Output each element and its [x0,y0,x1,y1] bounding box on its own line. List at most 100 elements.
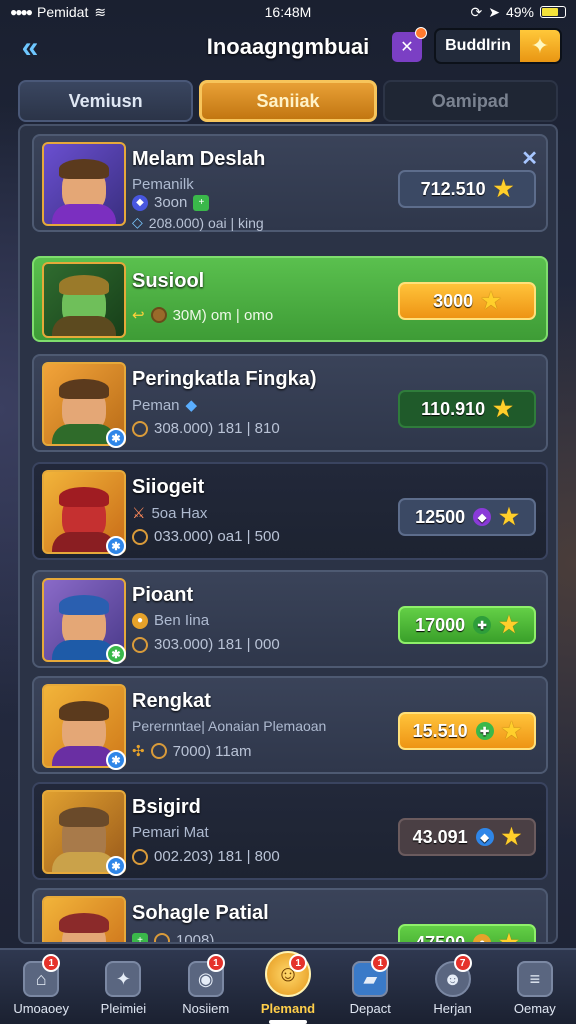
score-button[interactable]: 110.910 ★ [398,390,536,428]
carrier-label: Pemidat [37,4,89,20]
arrow-icon: ↩ [132,307,145,324]
header-action-button[interactable]: Buddlrin ✦ [434,28,562,64]
coin-icon [132,848,148,865]
nav-leaderboard[interactable]: ☺ Plemand 1 [247,950,329,1024]
score-button[interactable]: 12500 ◆ ★ [398,498,536,536]
lock-rotation-icon: ⟳ [470,3,483,20]
rank-badge: ✱ [106,536,126,556]
player-subtitle: Perernntae| Aonaian Plemaoan [132,718,327,734]
rank-badge: ✱ [106,750,126,770]
coin-icon [132,528,148,545]
status-bar: ●●●● Pemidat ≋ 16:48M ⟳ ➤ 49% [0,0,576,24]
rank-badge: ✱ [106,644,126,664]
gem-icon: ◆ [475,828,494,846]
gear-icon: ✦ [105,961,142,997]
bottom-nav: ⌂ Umoaoey 1 ✦ Pleimiei ◉ Nosiiem 1 ☺ Ple… [0,948,576,1024]
notification-badge: 1 [206,954,225,972]
plus-icon: + [132,932,148,942]
star-icon: ★ [481,288,501,313]
coin-icon: ● [473,934,492,942]
player-meta: + 1008) .... [132,932,235,942]
player-subtitle: Pemanilk [132,176,194,193]
player-subtitle: Pemari Mat [132,824,209,841]
player-name: Rengkat [132,690,211,712]
coin-icon [150,307,167,323]
signal-icon: ●●●● [10,5,33,19]
location-icon: ➤ [488,3,500,20]
coin-icon [154,932,170,942]
gem-icon: ◆ [473,508,492,526]
header-action-label: Buddlrin [445,37,511,54]
player-name: Peringkatla Fingka) [132,368,317,390]
player-card[interactable]: ✱ Peringkatla Fingka) Peman ◆ 308.000) 1… [32,354,548,452]
coin-icon [150,743,167,759]
player-meta: 308.000) 181 | 810 [132,420,280,437]
player-meta: 002.203) 181 | 800 [132,848,280,865]
score-button[interactable]: 3000 ★ [398,282,536,320]
player-stat: ⚔ 5oa Hax [132,504,208,523]
gem-icon: ◆ [132,194,148,211]
star-icon: ✦ [520,30,560,62]
star-icon: ★ [501,824,522,849]
nav-home[interactable]: ⌂ Umoaoey 1 [0,950,82,1024]
player-stat: ◆ 3oon + [132,194,210,211]
nav-menu[interactable]: ≡ Oemay [494,950,576,1024]
sword-icon: ⚔ [132,505,146,522]
player-name: Melam Deslah [132,148,266,170]
player-subtitle: ● Ben Iina [132,612,209,629]
header: « Inoaagngmbuai ✕ Buddlrin ✦ [0,24,576,72]
player-card[interactable]: ✱ Bsigird Pemari Mat 002.203) 181 | 800 … [32,782,548,880]
menu-icon: ≡ [516,961,553,997]
score-button[interactable]: 712.510 ★ [398,170,536,208]
tab-0[interactable]: Vemiusn [18,80,194,122]
battery-percent: 49% [505,4,534,20]
star-icon: ★ [499,930,519,944]
gift-icon: ✕ [400,39,414,56]
notification-badge: 1 [289,954,308,972]
clock: 16:48M [264,4,312,20]
player-card[interactable]: Sohagle Patial + 1008) .... 47500 ● ★ [32,888,548,944]
player-name: Pioant [132,584,194,606]
gift-button[interactable]: ✕ [392,27,427,62]
score-button[interactable]: 17000 ✚ ★ [398,606,536,644]
wifi-icon: ≋ [94,3,107,20]
notification-dot [415,27,427,39]
player-name: Bsigird [132,796,201,818]
player-card-highlighted[interactable]: Susiool ↩ 30M) om | omo 3000 ★ [32,256,548,342]
player-meta: ↩ 30M) om | omo [132,306,274,325]
star-icon: ★ [499,504,519,529]
tab-1[interactable]: Saniiak [199,80,377,122]
player-name: Susiool [132,270,205,292]
star-icon: ★ [493,396,513,421]
star-icon: ★ [501,718,522,743]
player-card[interactable]: ✱ Siiogeit ⚔ 5oa Hax 033.000) oa1 | 500 … [32,462,548,560]
player-meta: 033.000) oa1 | 500 [132,528,280,545]
nav-cards[interactable]: ▰ Depact 1 [329,950,411,1024]
star-icon: ★ [499,612,519,637]
player-avatar [42,262,126,338]
player-card[interactable]: ✱ Rengkat Perernntae| Aonaian Plemaoan ✣… [32,676,548,774]
score-button[interactable]: 47500 ● ★ [398,924,536,944]
nav-chat[interactable]: ◉ Nosiiem 1 [165,950,247,1024]
leaderboard-list[interactable]: Melam Deslah Pemanilk ◆ 3oon + ◇ 208.000… [18,124,558,944]
rank-badge: ✱ [106,856,126,876]
player-meta: ✣ 7000) 11am [132,742,252,761]
coin-icon: ● [132,612,148,629]
plus-icon: + [193,194,210,211]
player-meta: 303.000) 181 | 000 [132,636,280,653]
score-button[interactable]: 15.510 ✚ ★ [398,712,536,750]
nav-settings[interactable]: ✦ Pleimiei [82,950,164,1024]
tab-2[interactable]: Oamipad [382,80,558,122]
player-card[interactable]: Melam Deslah Pemanilk ◆ 3oon + ◇ 208.000… [32,134,548,232]
player-card[interactable]: ✱ Pioant ● Ben Iina 303.000) 181 | 000 1… [32,570,548,668]
notification-badge: 7 [453,954,472,972]
player-name: Sohagle Patial [132,902,269,924]
player-meta: ◇ 208.000) oai | king [132,214,264,231]
coin-icon [132,420,148,437]
score-button[interactable]: 43.091 ◆ ★ [398,818,536,856]
rank-badge: ✱ [106,428,126,448]
coin-icon [132,636,148,653]
cross-icon: ✣ [132,743,145,760]
nav-friends[interactable]: ☻ Herjan 7 [411,950,493,1024]
close-icon[interactable]: ✕ [521,146,538,171]
